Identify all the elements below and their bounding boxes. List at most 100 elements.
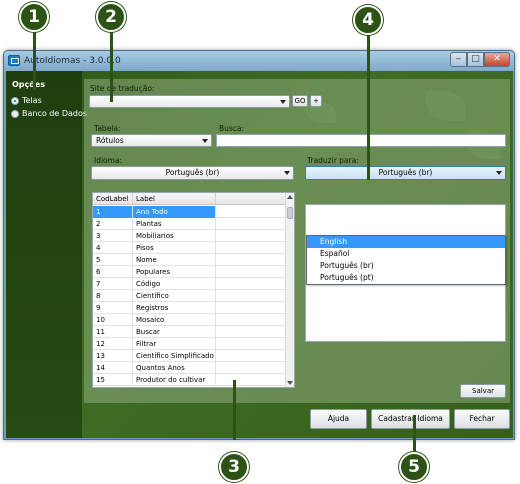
cadastrar-idioma-button[interactable]: Cadastrar Idioma: [371, 409, 450, 429]
cell-codlabel[interactable]: 2: [93, 218, 133, 230]
scroll-up-icon[interactable]: [287, 195, 293, 199]
table-row[interactable]: 12 Filtrar: [93, 338, 286, 350]
cell-label[interactable]: Buscar: [133, 326, 216, 338]
radio-banco-de-dados[interactable]: Banco de Dados: [11, 109, 87, 118]
close-button[interactable]: ✕: [484, 52, 510, 67]
table-row[interactable]: 8 Científico: [93, 290, 286, 302]
traduzir-options-list[interactable]: English Español Português (br) Português…: [306, 235, 506, 285]
cell-empty[interactable]: [216, 302, 286, 314]
cell-empty[interactable]: [216, 362, 286, 374]
cell-label[interactable]: Filtrar: [133, 338, 216, 350]
window-content: Opções Telas Banco de Dados Site de trad…: [6, 71, 513, 438]
cell-codlabel[interactable]: 6: [93, 266, 133, 278]
main-panel: Site de tradução: GO + Tabela: Rótulos B…: [84, 79, 510, 403]
cell-empty[interactable]: [216, 206, 286, 218]
column-header-label[interactable]: Label: [133, 193, 216, 205]
table-row[interactable]: 7 Código: [93, 278, 286, 290]
tabela-dropdown[interactable]: Rótulos: [91, 134, 212, 147]
cell-codlabel[interactable]: 12: [93, 338, 133, 350]
cell-label[interactable]: Nome: [133, 254, 216, 266]
cell-codlabel[interactable]: 3: [93, 230, 133, 242]
table-row[interactable]: 4 Pisos: [93, 242, 286, 254]
cell-codlabel[interactable]: 11: [93, 326, 133, 338]
cell-label[interactable]: Mobiliarios: [133, 230, 216, 242]
option-espanol[interactable]: Español: [307, 248, 505, 260]
radio-banco-label: Banco de Dados: [22, 109, 88, 118]
scroll-down-icon[interactable]: [287, 381, 293, 385]
cell-label[interactable]: Ano Todo: [133, 206, 216, 218]
busca-input[interactable]: [216, 134, 506, 147]
labels-grid[interactable]: CodLabel Label 1 Ano Todo 2 Plantas 3 Mobilia…: [92, 192, 295, 388]
column-header-empty: [216, 193, 286, 205]
fechar-button[interactable]: Fechar: [454, 409, 510, 429]
table-row[interactable]: 3 Mobiliarios: [93, 230, 286, 242]
cell-label[interactable]: Código: [133, 278, 216, 290]
callout-1: 1: [19, 2, 49, 32]
maximize-button[interactable]: □: [467, 52, 484, 67]
cell-codlabel[interactable]: 1: [93, 206, 133, 218]
site-dropdown[interactable]: [89, 95, 290, 108]
cell-codlabel[interactable]: 5: [93, 254, 133, 266]
cell-empty[interactable]: [216, 326, 286, 338]
cell-empty[interactable]: [216, 314, 286, 326]
cell-label[interactable]: Produtor do cultivar: [133, 374, 216, 386]
scroll-thumb[interactable]: [287, 207, 293, 219]
table-row[interactable]: 1 Ano Todo: [93, 206, 286, 218]
table-row[interactable]: 14 Quantos Anos: [93, 362, 286, 374]
cell-label[interactable]: Científico: [133, 290, 216, 302]
cell-empty[interactable]: [216, 230, 286, 242]
cell-label[interactable]: Pisos: [133, 242, 216, 254]
cell-label[interactable]: Plantas: [133, 218, 216, 230]
cell-codlabel[interactable]: 9: [93, 302, 133, 314]
table-row[interactable]: 10 Mosaico: [93, 314, 286, 326]
cell-empty[interactable]: [216, 290, 286, 302]
cell-codlabel[interactable]: 14: [93, 362, 133, 374]
option-english[interactable]: English: [307, 236, 505, 248]
cell-label[interactable]: Populares: [133, 266, 216, 278]
table-row[interactable]: 13 Científico Simplificado: [93, 350, 286, 362]
grid-scrollbar[interactable]: [285, 193, 294, 387]
cell-empty[interactable]: [216, 338, 286, 350]
cell-empty[interactable]: [216, 350, 286, 362]
radio-telas[interactable]: Telas: [11, 96, 42, 105]
cell-empty[interactable]: [216, 278, 286, 290]
salvar-button[interactable]: Salvar: [460, 384, 506, 398]
cell-empty[interactable]: [216, 218, 286, 230]
cell-empty[interactable]: [216, 266, 286, 278]
cell-empty[interactable]: [216, 374, 286, 386]
option-portugues-pt[interactable]: Português (pt): [307, 272, 505, 284]
traduzir-dropdown[interactable]: Português (br): [305, 166, 506, 180]
cell-codlabel[interactable]: 8: [93, 290, 133, 302]
table-row[interactable]: 15 Produtor do cultivar: [93, 374, 286, 386]
radio-unchecked-icon[interactable]: [11, 109, 19, 118]
add-site-button[interactable]: +: [310, 95, 322, 107]
table-row[interactable]: 9 Registros: [93, 302, 286, 314]
callout-2: 2: [96, 2, 126, 32]
table-row[interactable]: 6 Populares: [93, 266, 286, 278]
callout-3: 3: [219, 452, 249, 482]
cell-codlabel[interactable]: 4: [93, 242, 133, 254]
cell-label[interactable]: Mosaico: [133, 314, 216, 326]
cell-codlabel[interactable]: 15: [93, 374, 133, 386]
cell-empty[interactable]: [216, 242, 286, 254]
cell-label[interactable]: Registros: [133, 302, 216, 314]
radio-checked-icon[interactable]: [11, 96, 19, 105]
column-header-codlabel[interactable]: CodLabel: [93, 193, 133, 205]
ajuda-button[interactable]: Ajuda: [310, 409, 367, 429]
go-button[interactable]: GO: [292, 95, 308, 107]
cell-empty[interactable]: [216, 254, 286, 266]
cell-codlabel[interactable]: 10: [93, 314, 133, 326]
callout-5: 5: [399, 452, 429, 482]
cell-codlabel[interactable]: 13: [93, 350, 133, 362]
idioma-dropdown[interactable]: Português (br): [91, 166, 294, 180]
minimize-button[interactable]: ‒: [450, 52, 467, 67]
chevron-down-icon: [496, 171, 502, 175]
table-row[interactable]: 11 Buscar: [93, 326, 286, 338]
cell-codlabel[interactable]: 7: [93, 278, 133, 290]
option-portugues-br[interactable]: Português (br): [307, 260, 505, 272]
table-row[interactable]: 2 Plantas: [93, 218, 286, 230]
table-row[interactable]: 5 Nome: [93, 254, 286, 266]
cell-label[interactable]: Científico Simplificado: [133, 350, 216, 362]
cell-label[interactable]: Quantos Anos: [133, 362, 216, 374]
callout-4-pointer: [367, 30, 370, 180]
